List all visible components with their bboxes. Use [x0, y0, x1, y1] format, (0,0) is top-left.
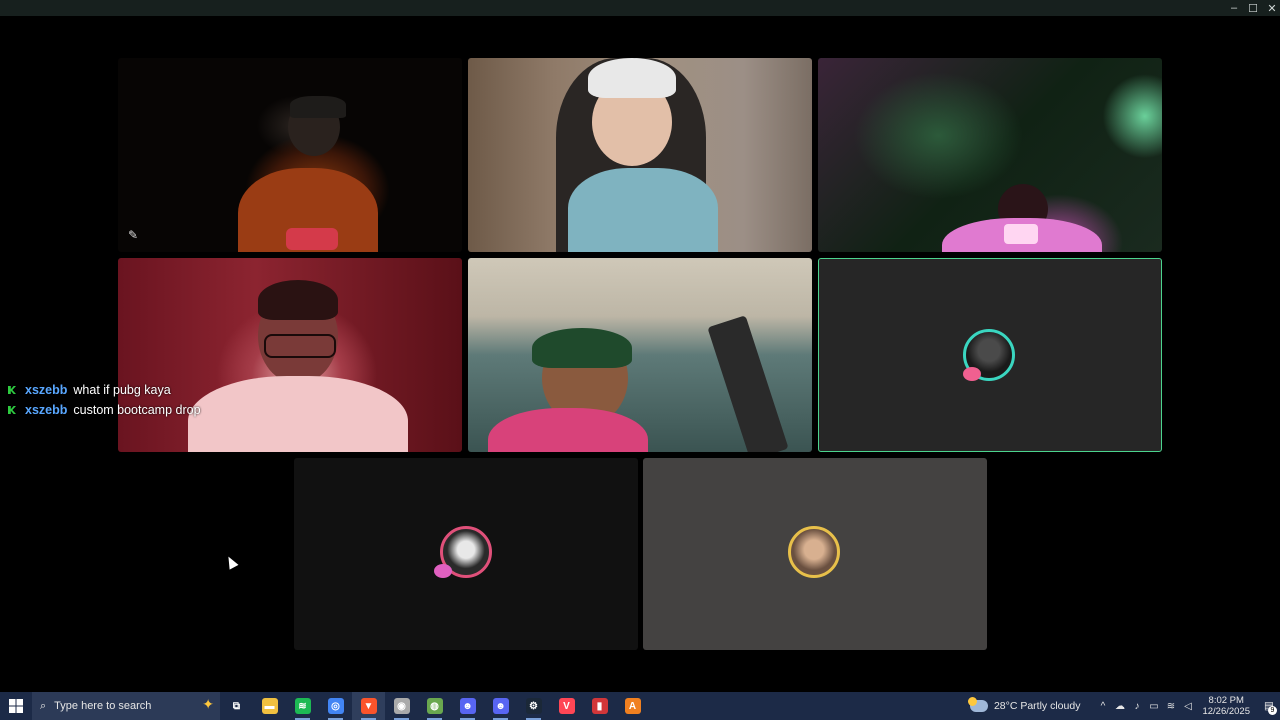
mouse-cursor-icon — [224, 554, 239, 570]
participant-cap — [532, 328, 632, 368]
taskbar-app-button[interactable]: ◉ — [385, 692, 418, 720]
chat-text: custom bootcamp drop — [73, 403, 201, 417]
video-tile-6-speaking[interactable] — [818, 258, 1162, 452]
taskbar-app-button[interactable]: ☻ — [484, 692, 517, 720]
task-view-icon: ⧉ — [232, 700, 241, 712]
taskbar-app-button[interactable]: ▬ — [253, 692, 286, 720]
chat-message: xszebb what if pubg kaya — [8, 380, 201, 400]
search-icon: ⌕ — [40, 699, 47, 712]
close-button[interactable]: ✕ — [1262, 0, 1280, 16]
app-orange-icon: A — [624, 698, 641, 714]
system-tray: 28°C Partly cloudy ^ ☁ ♪ ▭ ≋ ◁ 8:02 PM 1… — [967, 692, 1280, 720]
chat-overlay: xszebb what if pubg kaya xszebb custom b… — [8, 380, 201, 420]
volume-icon[interactable]: ◁ — [1180, 701, 1196, 712]
video-tile-2[interactable] — [468, 58, 812, 252]
taskbar-app-button[interactable]: ▼ — [352, 692, 385, 720]
taskbar-app-button[interactable]: ⧉ — [220, 692, 253, 720]
clock-date: 12/26/2025 — [1202, 706, 1250, 717]
chat-text: what if pubg kaya — [73, 383, 171, 397]
chrome-icon: ◎ — [327, 698, 344, 714]
light-device — [1004, 224, 1038, 244]
video-tile-7[interactable] — [294, 458, 638, 650]
obs-icon: ◉ — [393, 698, 410, 714]
chat-message: xszebb custom bootcamp drop — [8, 400, 201, 420]
participant-avatar — [788, 526, 840, 578]
valorant-icon: V — [558, 698, 575, 714]
onedrive-icon[interactable]: ☁ — [1112, 701, 1128, 712]
taskbar-app-button[interactable]: V — [550, 692, 583, 720]
wifi-icon[interactable]: ≋ — [1163, 701, 1179, 712]
notification-center-button[interactable]: ▤ 9 — [1258, 692, 1280, 720]
mic-arm — [707, 315, 789, 452]
participant-cap — [588, 58, 676, 98]
file-explorer-icon: ▬ — [261, 698, 278, 714]
partly-cloudy-icon — [967, 697, 988, 712]
participant-cap — [290, 96, 346, 118]
video-tile-5[interactable] — [468, 258, 812, 452]
video-tile-3[interactable] — [818, 58, 1162, 252]
taskbar: ⌕ Type here to search ✦ ⧉ ▬ ≋ ◎ ▼ ◉ ◍ ☻ ☻ ⚙ V ▮ A 28… — [0, 692, 1280, 720]
taskbar-search-box[interactable]: ⌕ Type here to search ✦ — [32, 692, 220, 720]
microphone-icon — [286, 228, 338, 250]
video-tile-4[interactable] — [118, 258, 462, 452]
kick-badge-icon — [8, 386, 16, 394]
start-button[interactable] — [0, 692, 32, 720]
discord-alt-icon: ☻ — [492, 698, 509, 714]
taskbar-app-button[interactable]: ⚙ — [517, 692, 550, 720]
minimize-button[interactable]: – — [1224, 0, 1244, 16]
taskbar-apps: ⧉ ▬ ≋ ◎ ▼ ◉ ◍ ☻ ☻ ⚙ V ▮ A — [220, 692, 649, 720]
participant-body — [188, 376, 408, 452]
taskbar-app-button[interactable]: ◎ — [319, 692, 352, 720]
search-highlight-icon: ✦ — [202, 696, 214, 712]
chevron-up-icon[interactable]: ^ — [1095, 701, 1111, 712]
participant-body — [568, 168, 718, 252]
windows-logo-icon — [9, 699, 23, 713]
participant-hair — [258, 280, 338, 320]
avatar-decoration-icon — [434, 564, 452, 578]
taskbar-app-button[interactable]: ☻ — [451, 692, 484, 720]
muted-mic-icon: ✎ — [128, 228, 139, 242]
chat-username: xszebb — [25, 383, 68, 397]
discord-icon: ☻ — [459, 698, 476, 714]
video-tile-1[interactable]: ✎ — [118, 58, 462, 252]
clock-time: 8:02 PM — [1208, 695, 1244, 706]
network-icon[interactable]: ▭ — [1146, 701, 1162, 712]
weather-temp: 28°C — [993, 700, 1018, 712]
taskbar-app-button[interactable]: ▮ — [583, 692, 616, 720]
spotify-icon: ≋ — [294, 698, 311, 714]
maximize-button[interactable]: ☐ — [1243, 0, 1263, 16]
glasses-icon — [264, 334, 336, 358]
app-globe-icon: ◍ — [426, 698, 443, 714]
weather-widget[interactable]: 28°C Partly cloudy — [967, 697, 1081, 712]
steam-icon: ⚙ — [525, 698, 542, 714]
search-placeholder: Type here to search — [54, 700, 152, 712]
taskbar-app-button[interactable]: ◍ — [418, 692, 451, 720]
title-bar: – ☐ ✕ — [0, 0, 1280, 16]
microphone-icon[interactable]: ♪ — [1129, 701, 1145, 712]
video-tile-8[interactable] — [643, 458, 987, 650]
notification-count: 9 — [1268, 706, 1277, 715]
riot-icon: ▮ — [591, 698, 608, 714]
clock[interactable]: 8:02 PM 12/26/2025 — [1202, 695, 1250, 717]
chat-username: xszebb — [25, 403, 68, 417]
brave-icon: ▼ — [360, 698, 377, 714]
participant-body — [488, 408, 648, 452]
avatar-decoration-icon — [963, 367, 981, 381]
taskbar-app-button[interactable]: A — [616, 692, 649, 720]
taskbar-app-button[interactable]: ≋ — [286, 692, 319, 720]
weather-condition: Partly cloudy — [1020, 700, 1081, 712]
kick-badge-icon — [8, 406, 16, 414]
